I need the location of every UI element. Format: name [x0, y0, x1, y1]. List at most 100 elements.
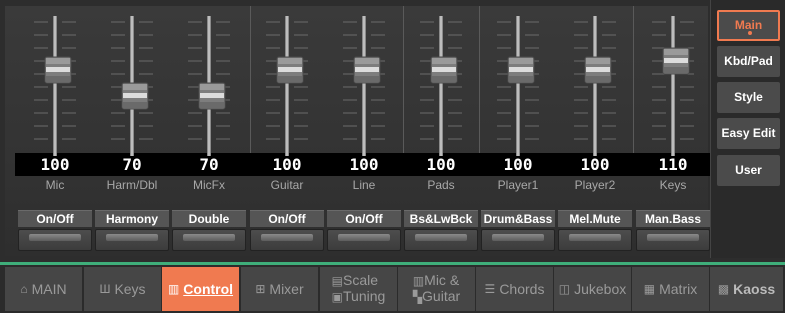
- fader-knob[interactable]: [198, 82, 226, 110]
- channel-button[interactable]: [636, 229, 710, 251]
- button-led: [647, 234, 699, 241]
- control-screen: Main Kbd/Pad Style Easy Edit User ⌂ MAIN…: [0, 0, 785, 313]
- channel-button-label: On/Off: [327, 210, 401, 227]
- tab-main[interactable]: ⌂ MAIN: [5, 267, 82, 311]
- tab-label: Kaoss: [733, 281, 776, 297]
- fader-knob[interactable]: [44, 56, 72, 84]
- channel-name: Pads: [427, 178, 455, 192]
- channel-button-label: Double: [172, 210, 246, 227]
- tab-kaoss[interactable]: ▩ Kaoss: [710, 267, 783, 311]
- fader[interactable]: [634, 12, 712, 160]
- fader[interactable]: [93, 12, 171, 160]
- channel-value: 100: [426, 155, 456, 174]
- tab-label: MAIN: [31, 281, 67, 297]
- channel-button-label: Mel.Mute: [558, 210, 632, 227]
- fader-knob[interactable]: [276, 56, 304, 84]
- tab-label: Chords: [499, 281, 545, 297]
- tab-label: Control: [183, 281, 234, 297]
- channel-name: Player1: [497, 178, 539, 192]
- tab-scale-tuning[interactable]: ▤Scale ▣Tuning: [320, 267, 397, 311]
- channel-name: Guitar: [270, 178, 304, 192]
- button-led: [183, 234, 235, 241]
- channel-name: Harm/Dbl: [106, 178, 158, 192]
- fader-knob[interactable]: [121, 82, 149, 110]
- tab-label: Keys: [114, 281, 146, 297]
- fader[interactable]: [170, 12, 248, 160]
- channel-button-label: On/Off: [18, 210, 92, 227]
- fader-track: [497, 16, 539, 156]
- button-led: [29, 234, 81, 241]
- tab-label-line1: ▤Scale: [331, 272, 379, 289]
- channel-button[interactable]: [327, 229, 401, 251]
- guitar-icon: ▚: [412, 290, 423, 304]
- channel-button[interactable]: [18, 229, 92, 251]
- channel-button[interactable]: [172, 229, 246, 251]
- tab-matrix[interactable]: ▦ Matrix: [632, 267, 709, 311]
- button-led: [569, 234, 621, 241]
- side-tab-kbd-pad[interactable]: Kbd/Pad: [717, 46, 780, 77]
- fader[interactable]: [556, 12, 634, 160]
- channel-button[interactable]: [481, 229, 555, 251]
- tab-jukebox[interactable]: ◫ Jukebox: [554, 267, 631, 311]
- channel-button[interactable]: [404, 229, 478, 251]
- channel-value: 100: [40, 155, 70, 174]
- channel-name: MicFx: [193, 178, 225, 192]
- channel-button-label: Harmony: [95, 210, 169, 227]
- button-led: [106, 234, 158, 241]
- side-tab-easy-edit[interactable]: Easy Edit: [717, 118, 780, 149]
- button-led: [415, 234, 467, 241]
- channel-value: 110: [658, 155, 688, 174]
- side-tab-main[interactable]: Main: [717, 10, 780, 41]
- side-tab-user[interactable]: User: [717, 155, 780, 186]
- channel-value: 70: [122, 155, 142, 174]
- channel-name: Keys: [659, 178, 687, 192]
- tab-mic-guitar[interactable]: ▥Mic & ▚Guitar: [398, 267, 475, 311]
- chords-icon: ☰: [484, 282, 496, 296]
- fader[interactable]: [479, 12, 557, 160]
- mic-icon: ▥: [412, 274, 425, 288]
- tab-chords[interactable]: ☰ Chords: [476, 267, 553, 311]
- channel-value: 100: [503, 155, 533, 174]
- fader-track: [266, 16, 308, 156]
- side-tab-panel: Main Kbd/Pad Style Easy Edit User: [710, 0, 785, 258]
- fader-track: [34, 16, 76, 156]
- bottom-nav: ⌂ MAIN Ш Keys ▥ Control ⊞ Mixer ▤Scale ▣…: [0, 265, 785, 313]
- fader-knob[interactable]: [353, 56, 381, 84]
- channel-button[interactable]: [558, 229, 632, 251]
- tab-label: Matrix: [659, 281, 698, 297]
- channel-button[interactable]: [95, 229, 169, 251]
- tab-keys[interactable]: Ш Keys: [84, 267, 161, 311]
- fader-knob[interactable]: [430, 56, 458, 84]
- fader-track: [652, 16, 694, 156]
- channel-name: Line: [352, 178, 376, 192]
- side-tab-style[interactable]: Style: [717, 82, 780, 113]
- mixer-icon: ⊞: [255, 282, 266, 296]
- tab-label: Jukebox: [574, 281, 627, 297]
- fader-track: [420, 16, 462, 156]
- tab-label-line2: ▚Guitar: [412, 288, 461, 305]
- fader-track: [574, 16, 616, 156]
- channel-button-label: Drum&Bass: [481, 210, 555, 227]
- tab-label: Mixer: [269, 281, 304, 297]
- fader-knob[interactable]: [662, 47, 690, 75]
- tab-mixer[interactable]: ⊞ Mixer: [241, 267, 318, 311]
- button-led: [492, 234, 544, 241]
- channel-value: 100: [580, 155, 610, 174]
- fader[interactable]: [16, 12, 94, 160]
- channel-button-label: Man.Bass: [636, 210, 710, 227]
- fader[interactable]: [248, 12, 326, 160]
- fader-knob[interactable]: [584, 56, 612, 84]
- channel-value: 100: [272, 155, 302, 174]
- channel-button[interactable]: [250, 229, 324, 251]
- fader[interactable]: [325, 12, 403, 160]
- fader-knob[interactable]: [507, 56, 535, 84]
- channel-value: 100: [349, 155, 379, 174]
- tab-control[interactable]: ▥ Control: [162, 267, 239, 311]
- fader[interactable]: [402, 12, 480, 160]
- fader-track: [343, 16, 385, 156]
- home-icon: ⌂: [20, 282, 28, 296]
- matrix-icon: ▦: [643, 282, 656, 296]
- side-tab-label: Main: [734, 18, 763, 32]
- channel-button-label: On/Off: [250, 210, 324, 227]
- button-led: [338, 234, 390, 241]
